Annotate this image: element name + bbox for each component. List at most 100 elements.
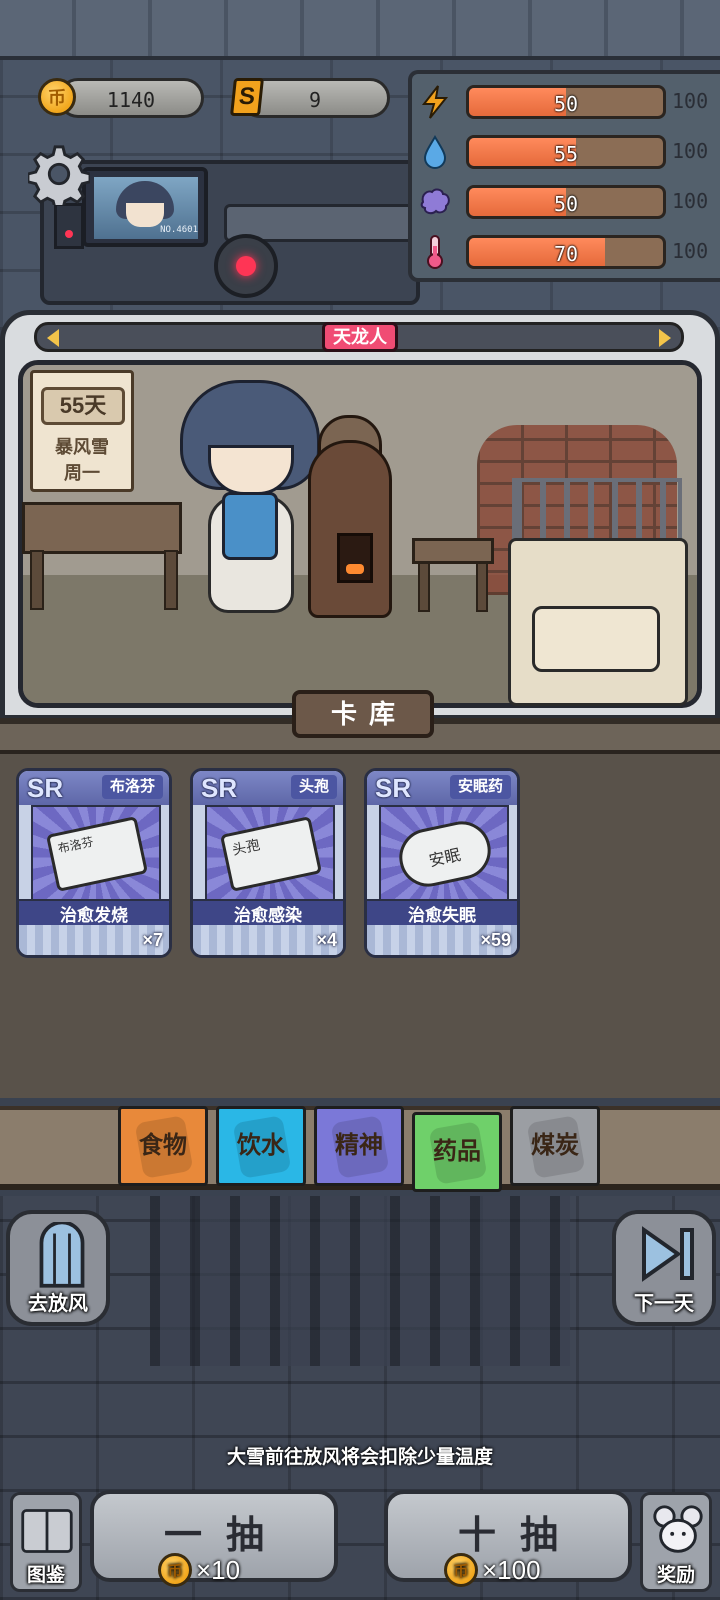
- calendar-day: 55天: [41, 387, 125, 425]
- card-count: ×59: [480, 930, 511, 950]
- box-label: 头孢: [230, 836, 262, 858]
- card-rarity: SR: [201, 773, 238, 803]
- card-name: 安眠药: [449, 775, 511, 799]
- prev-character-arrow-icon[interactable]: [47, 329, 59, 347]
- next-day-button[interactable]: 下一天: [612, 1210, 716, 1326]
- brain-icon: [420, 188, 450, 215]
- calendar-weekday: 周一: [64, 463, 100, 483]
- wooden-stool: [412, 538, 494, 564]
- card-header: SR 头孢: [193, 771, 343, 805]
- shard-symbol: S: [237, 83, 257, 110]
- book-icon: [21, 1509, 73, 1553]
- next-day-label: 下一天: [634, 1293, 694, 1315]
- coin-icon: 币: [158, 1553, 192, 1587]
- tab-food-label: 食物: [139, 1132, 187, 1159]
- tab-spirit-label: 精神: [335, 1132, 383, 1159]
- go-out-hint: 大雪前往放风将会扣除少量温度: [226, 1447, 493, 1468]
- go-out-label: 去放风: [28, 1293, 88, 1315]
- next-character-arrow-icon[interactable]: [659, 329, 671, 347]
- card-header: SR 布洛芬: [19, 771, 169, 805]
- coin-counter: 1140: [58, 78, 204, 118]
- stat-row-water: 55 100: [418, 132, 718, 172]
- energy-icon: [421, 85, 449, 119]
- temperature-bar: 70: [466, 235, 666, 269]
- tab-coal[interactable]: 煤炭: [510, 1106, 600, 1186]
- ten-draw-cost: 币 ×100: [444, 1550, 541, 1590]
- temperature-max: 100: [672, 239, 709, 263]
- shard-value: 9: [308, 88, 322, 112]
- reward-label: 奖励: [656, 1565, 695, 1586]
- card-art: 安眠: [379, 805, 509, 901]
- temperature-value: 70: [553, 242, 579, 266]
- medicine-box-icon: 布洛芬: [45, 816, 149, 892]
- mind-value: 50: [553, 192, 579, 216]
- codex-label: 图鉴: [26, 1565, 65, 1586]
- card-art: 头孢: [205, 805, 335, 901]
- tab-water[interactable]: 饮水: [216, 1106, 306, 1186]
- water-icon: [423, 135, 447, 169]
- ceiling-strip: [0, 0, 720, 60]
- ten-cost-value: ×100: [482, 1554, 541, 1585]
- mind-bar: 50: [466, 185, 666, 219]
- coin-value: 1140: [106, 88, 156, 112]
- card-ibuprofen[interactable]: SR 布洛芬 布洛芬 治愈发烧 ×7: [16, 768, 172, 958]
- card-rarity: SR: [375, 773, 412, 803]
- camera-lens-icon: [214, 234, 278, 298]
- stove-fire-icon: [337, 533, 373, 583]
- energy-value: 50: [553, 92, 579, 116]
- stool-leg: [476, 562, 488, 612]
- tab-medicine-label: 药品: [433, 1138, 481, 1165]
- skip-forward-icon: [642, 1226, 694, 1282]
- coin-icon: 币: [38, 78, 76, 116]
- character-monitor[interactable]: NO.4601: [82, 167, 208, 247]
- calendar-weather: 暴风雪: [55, 437, 109, 457]
- go-out-button[interactable]: 去放风: [6, 1210, 110, 1326]
- box-label: 布洛芬: [56, 834, 95, 856]
- water-value: 55: [553, 142, 579, 166]
- tab-water-label: 饮水: [237, 1132, 285, 1159]
- tab-food[interactable]: 食物: [118, 1106, 208, 1186]
- pillow: [532, 606, 660, 672]
- pill-blister-icon: 头孢: [219, 816, 323, 892]
- pill-bottle-icon: 安眠: [393, 816, 497, 892]
- coal-stove[interactable]: [308, 440, 392, 618]
- door-icon: [39, 1222, 85, 1288]
- wooden-table: [22, 502, 182, 554]
- stat-row-energy: 50 100: [418, 82, 718, 122]
- coin-icon: 币: [444, 1553, 478, 1587]
- settings-gear-icon[interactable]: [28, 143, 90, 205]
- box-label: 安眠: [427, 846, 463, 871]
- stat-row-temperature: 70 100: [418, 232, 718, 272]
- character-body[interactable]: [222, 492, 278, 560]
- card-sleeping-pills[interactable]: SR 安眠药 安眠 治愈失眠 ×59: [364, 768, 520, 958]
- stool-leg: [418, 562, 430, 612]
- card-art: 布洛芬: [31, 805, 161, 901]
- tab-spirit[interactable]: 精神: [314, 1106, 404, 1186]
- codex-button[interactable]: 图鉴: [10, 1492, 82, 1592]
- portrait-face: [126, 203, 164, 227]
- calendar-poster: 55天 暴风雪 周一: [30, 370, 134, 492]
- survival-stats-panel: 50 100 55 100 50 100 70 100: [408, 70, 720, 282]
- coin-symbol: 币: [167, 1562, 183, 1580]
- indicator-light: [54, 203, 84, 249]
- tab-coal-label: 煤炭: [531, 1132, 579, 1159]
- thermometer-icon: [427, 235, 443, 269]
- card-header: SR 安眠药: [367, 771, 517, 805]
- energy-max: 100: [672, 89, 709, 113]
- monitor-id: NO.4601: [160, 225, 198, 235]
- mouse-icon: [653, 1505, 703, 1553]
- single-draw-cost: 币 ×10: [158, 1550, 240, 1590]
- water-bar: 55: [466, 135, 666, 169]
- water-max: 100: [672, 139, 709, 163]
- stat-row-mind: 50 100: [418, 182, 718, 222]
- card-name: 头孢: [290, 775, 337, 799]
- energy-bar: 50: [466, 85, 666, 119]
- coin-symbol: 币: [453, 1562, 469, 1580]
- card-name: 布洛芬: [101, 775, 163, 799]
- card-count: ×7: [142, 930, 163, 950]
- floor-grate: [150, 1196, 570, 1366]
- single-cost-value: ×10: [196, 1554, 241, 1585]
- reward-button[interactable]: 奖励: [640, 1492, 712, 1592]
- card-cephalosporin[interactable]: SR 头孢 头孢 治愈感染 ×4: [190, 768, 346, 958]
- tab-medicine[interactable]: 药品: [412, 1112, 502, 1192]
